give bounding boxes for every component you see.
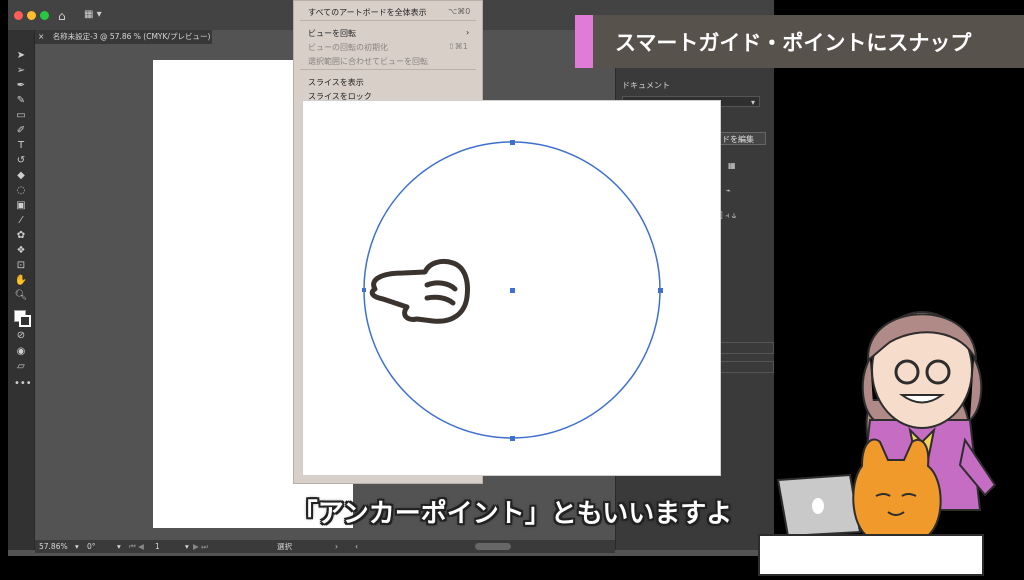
more-tools-icon[interactable]: ••• bbox=[14, 378, 32, 390]
zoom-window-button[interactable] bbox=[40, 11, 49, 20]
blend-tool-icon[interactable]: ✿ bbox=[14, 230, 28, 242]
direct-selection-tool-icon[interactable]: ➢ bbox=[14, 65, 28, 77]
document-tab-label: 名称未設定-3 @ 57.86 % (CMYK/プレビュー) bbox=[52, 32, 211, 41]
screen-mode-icon[interactable]: ▱ bbox=[14, 361, 28, 373]
menu-item-rotate-view[interactable]: ビューを回転 › bbox=[308, 28, 469, 39]
rectangle-tool-icon[interactable]: ▭ bbox=[14, 110, 28, 122]
menu-separator bbox=[300, 69, 476, 70]
prev-artboard-icon[interactable]: ⏮ ◀ bbox=[129, 540, 144, 553]
snap-icon[interactable]: ⌁ bbox=[726, 186, 731, 195]
scroll-left-icon[interactable]: ‹ bbox=[355, 540, 358, 553]
next-artboard-icon[interactable]: ▶ ⏭ bbox=[193, 540, 208, 553]
panel-field-2[interactable] bbox=[716, 361, 774, 373]
curvature-tool-icon[interactable]: ✎ bbox=[14, 95, 28, 107]
zoomed-artboard-inset bbox=[302, 100, 721, 476]
title-accent-bar bbox=[575, 15, 593, 68]
rotation-dropdown-icon[interactable]: ▾ bbox=[117, 540, 121, 553]
selection-tool-icon[interactable]: ➤ bbox=[14, 50, 28, 62]
fill-stroke-swatch[interactable] bbox=[14, 310, 31, 327]
menu-item-shortcut: ⌥⌘0 bbox=[448, 7, 471, 16]
pen-tool-icon[interactable]: ✒ bbox=[14, 80, 28, 92]
menu-item-label: ビューの回転の初期化 bbox=[308, 43, 388, 52]
artboard-number[interactable]: 1 bbox=[155, 540, 160, 553]
draw-mode-icon[interactable]: ◉ bbox=[14, 346, 28, 358]
type-tool-icon[interactable]: T bbox=[14, 140, 28, 152]
minimize-window-button[interactable] bbox=[27, 11, 36, 20]
title-text: スマートガイド・ポイントにスナップ bbox=[615, 31, 972, 55]
status-menu-icon[interactable]: › bbox=[335, 540, 338, 553]
menu-item-label: すべてのアートボードを全体表示 bbox=[308, 8, 427, 17]
pointing-hand-icon bbox=[369, 258, 470, 324]
current-tool-label: 選択 bbox=[277, 542, 292, 551]
status-bar: 57.86% ▾ 0° ▾ ⏮ ◀ 1 ▾ ▶ ⏭ 選択 › ‹ bbox=[35, 540, 615, 553]
rotation-field[interactable]: 0° bbox=[87, 540, 96, 553]
menu-item-label: スライスを表示 bbox=[308, 78, 364, 87]
menu-item-rotate-to-selection[interactable]: 選択範囲に合わせてビューを回転 bbox=[308, 56, 428, 67]
anchor-point-right[interactable] bbox=[658, 288, 663, 293]
grid-icon[interactable]: ▦ bbox=[728, 161, 736, 170]
menu-item-label: 選択範囲に合わせてビューを回転 bbox=[308, 57, 428, 66]
align-icons[interactable]: ⫿ ⫞ ⫝ bbox=[720, 211, 736, 221]
subtitle-caption: 「アンカーポイント」ともいいますよ bbox=[291, 499, 733, 529]
eraser-tool-icon[interactable]: ◆ bbox=[14, 170, 28, 182]
zoom-level[interactable]: 57.86% bbox=[39, 540, 68, 553]
horizontal-scrollbar[interactable] bbox=[475, 543, 511, 550]
artboard-dropdown-icon[interactable]: ▾ bbox=[185, 540, 189, 553]
center-point[interactable] bbox=[510, 288, 515, 293]
desk bbox=[758, 534, 984, 576]
menu-item-label: ビューを回転 bbox=[308, 29, 356, 38]
menu-item-show-slices[interactable]: スライスを表示 bbox=[308, 77, 364, 88]
artboard-tool-icon[interactable]: ⊡ bbox=[14, 260, 28, 272]
symbol-sprayer-tool-icon[interactable]: ❖ bbox=[14, 245, 28, 257]
document-tab[interactable]: × 名称未設定-3 @ 57.86 % (CMYK/プレビュー) bbox=[34, 30, 212, 44]
paintbrush-tool-icon[interactable]: ✐ bbox=[14, 125, 28, 137]
menu-item-fit-all[interactable]: すべてのアートボードを全体表示 ⌥⌘0 bbox=[308, 7, 470, 18]
menu-separator bbox=[300, 20, 476, 21]
close-window-button[interactable] bbox=[14, 11, 23, 20]
anchor-point-bottom[interactable] bbox=[510, 436, 515, 441]
hand-tool-icon[interactable]: ✋ bbox=[14, 275, 28, 287]
menu-item-shortcut: ⇧⌘1 bbox=[448, 42, 468, 51]
gradient-tool-icon[interactable]: ▣ bbox=[14, 200, 28, 212]
anchor-point-left[interactable] bbox=[362, 288, 366, 292]
tools-panel: ➤ ➢ ✒ ✎ ▭ ✐ T ↺ ◆ ◌ ▣ ⁄ ✿ ❖ ⊡ ✋ 🔍︎ ⊘ ◉ ▱… bbox=[8, 30, 35, 550]
close-tab-icon[interactable]: × bbox=[38, 32, 44, 41]
anchor-point-top[interactable] bbox=[510, 140, 515, 145]
document-section-label: ドキュメント bbox=[622, 81, 670, 90]
circle-illustration bbox=[362, 140, 663, 441]
panel-field-1[interactable] bbox=[716, 342, 774, 354]
rotate-tool-icon[interactable]: ↺ bbox=[14, 155, 28, 167]
title-banner: スマートガイド・ポイントにスナップ bbox=[575, 15, 1024, 68]
shape-builder-tool-icon[interactable]: ◌ bbox=[14, 185, 28, 197]
home-icon[interactable]: ⌂ bbox=[58, 9, 66, 23]
menu-item-reset-rotation[interactable]: ビューの回転の初期化 ⇧⌘1 bbox=[308, 42, 468, 53]
zoom-tool-icon[interactable]: 🔍︎ bbox=[14, 290, 28, 302]
eyedropper-tool-icon[interactable]: ⁄ bbox=[14, 215, 28, 227]
none-color-icon[interactable]: ⊘ bbox=[14, 330, 28, 342]
workspace-switcher-icon[interactable]: ▦ ▾ bbox=[84, 9, 102, 20]
zoom-dropdown-icon[interactable]: ▾ bbox=[75, 540, 79, 553]
submenu-arrow-icon: › bbox=[466, 28, 470, 37]
